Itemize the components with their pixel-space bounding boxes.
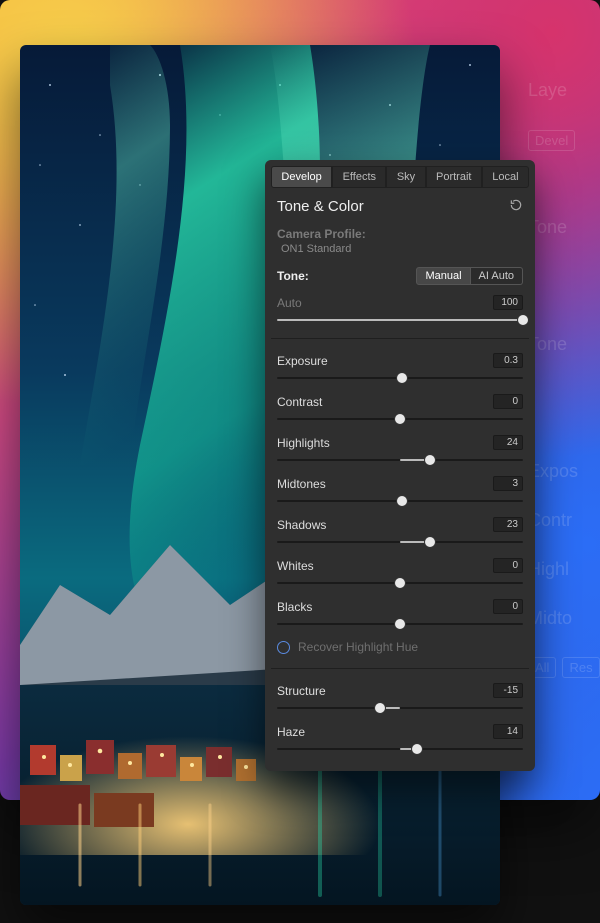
ghost-contrast-label: Contr [528,510,600,531]
haze-track[interactable] [277,741,523,757]
highlights-slider[interactable]: Highlights 24 [265,429,535,470]
midtones-label: Midtones [277,477,326,491]
exposure-track[interactable] [277,370,523,386]
highlights-label: Highlights [277,436,330,450]
structure-track[interactable] [277,700,523,716]
midtones-track[interactable] [277,493,523,509]
haze-value[interactable]: 14 [493,724,523,739]
ghost-highlights-label: Highl [528,559,600,580]
blacks-value[interactable]: 0 [493,599,523,614]
whites-knob[interactable] [394,577,406,589]
blacks-knob[interactable] [394,618,406,630]
shadows-knob[interactable] [424,536,436,548]
panel-tabs: Develop Effects Sky Portrait Local [265,160,535,194]
recover-highlight-hue-checkbox[interactable]: Recover Highlight Hue [265,634,535,660]
divider [271,338,529,339]
midtones-value[interactable]: 3 [493,476,523,491]
whites-value[interactable]: 0 [493,558,523,573]
contrast-track[interactable] [277,411,523,427]
contrast-label: Contrast [277,395,322,409]
camera-profile-label: Camera Profile: [277,227,523,241]
contrast-knob[interactable] [394,413,406,425]
highlights-track[interactable] [277,452,523,468]
ghost-tone-title: Tone [528,217,600,238]
haze-knob[interactable] [411,743,423,755]
haze-label: Haze [277,725,305,739]
develop-panel: Develop Effects Sky Portrait Local Tone … [265,160,535,771]
auto-label: Auto [277,296,302,310]
structure-slider[interactable]: Structure -15 [265,677,535,718]
recover-highlight-hue-label: Recover Highlight Hue [298,640,418,654]
tone-mode-manual[interactable]: Manual [416,267,470,285]
tab-develop[interactable]: Develop [271,166,332,188]
ghost-tone-label: Tone [528,334,600,355]
ghost-develop-btn: Devel [528,130,575,151]
tab-local[interactable]: Local [482,166,529,188]
structure-value[interactable]: -15 [493,683,523,698]
whites-slider[interactable]: Whites 0 [265,552,535,593]
exposure-value[interactable]: 0.3 [493,353,523,368]
auto-slider[interactable]: Auto 100 [265,289,535,330]
whites-track[interactable] [277,575,523,591]
shadows-track[interactable] [277,534,523,550]
ghost-layer-label: Laye [528,80,600,101]
structure-knob[interactable] [374,702,386,714]
blacks-slider[interactable]: Blacks 0 [265,593,535,634]
contrast-slider[interactable]: Contrast 0 [265,388,535,429]
radio-outline-icon [277,641,290,654]
tab-sky[interactable]: Sky [386,166,425,188]
blacks-track[interactable] [277,616,523,632]
exposure-knob[interactable] [396,372,408,384]
shadows-value[interactable]: 23 [493,517,523,532]
ghost-midtones-label: Midto [528,608,600,629]
structure-label: Structure [277,684,326,698]
camera-profile-value[interactable]: ON1 Standard [277,241,523,265]
whites-label: Whites [277,559,314,573]
tab-effects[interactable]: Effects [332,166,386,188]
midtones-slider[interactable]: Midtones 3 [265,470,535,511]
midtones-knob[interactable] [396,495,408,507]
ghost-panel: Laye Devel Tone Tone Expos Contr Highl M… [528,60,600,780]
auto-value[interactable]: 100 [493,295,523,310]
panel-title: Tone & Color [277,198,364,215]
ghost-exposure-label: Expos [528,461,600,482]
shadows-label: Shadows [277,518,326,532]
highlights-knob[interactable] [424,454,436,466]
contrast-value[interactable]: 0 [493,394,523,409]
divider [271,668,529,669]
tone-mode-ai-auto[interactable]: AI Auto [471,267,523,285]
auto-track[interactable] [277,312,523,328]
exposure-label: Exposure [277,354,328,368]
tone-mode-segment: Manual AI Auto [416,267,523,285]
tone-section-label: Tone: [277,269,309,283]
tab-portrait[interactable]: Portrait [426,166,482,188]
highlights-value[interactable]: 24 [493,435,523,450]
ghost-reset-btn: Res [562,657,599,678]
haze-slider[interactable]: Haze 14 [265,718,535,759]
reset-icon[interactable] [509,198,523,215]
exposure-slider[interactable]: Exposure 0.3 [265,347,535,388]
blacks-label: Blacks [277,600,312,614]
auto-knob[interactable] [517,314,529,326]
shadows-slider[interactable]: Shadows 23 [265,511,535,552]
